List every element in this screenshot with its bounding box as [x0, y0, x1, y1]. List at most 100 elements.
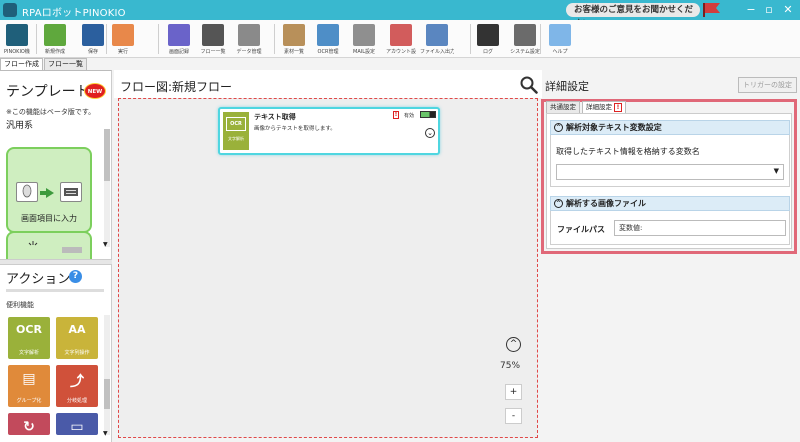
- section-image-file-title: 解析する画像ファイル: [566, 199, 646, 208]
- zoom-out-button[interactable]: -: [505, 408, 522, 424]
- variable-name-label: 取得したテキスト情報を格納する変数名: [556, 147, 700, 156]
- action-tile[interactable]: ↻: [8, 413, 50, 435]
- toolbar-separator: [274, 24, 275, 54]
- collapse-icon[interactable]: ^: [554, 123, 563, 132]
- action-tile-label: 分岐処理: [66, 398, 87, 404]
- toolbar-button[interactable]: 素材一覧: [279, 22, 309, 56]
- templates-scrollbar[interactable]: [104, 129, 110, 247]
- save-icon: [82, 24, 104, 46]
- tab-common-settings[interactable]: 共通設定: [546, 101, 580, 113]
- toolbar-button[interactable]: 新規作成: [40, 22, 70, 56]
- text-operation-icon: AA: [68, 323, 86, 336]
- ocr-node-glyph: OCR: [226, 117, 246, 131]
- flow-header: フロー図:新規フロー: [114, 70, 542, 98]
- actions-scroll-down-icon[interactable]: ▼: [103, 430, 108, 437]
- node-warning-icon: !: [393, 111, 399, 119]
- click-icon: [28, 241, 38, 246]
- account-settings-icon: [390, 24, 412, 46]
- section-image-file-header[interactable]: ^ 解析する画像ファイル: [550, 196, 790, 211]
- ocr-manage-icon: [317, 24, 339, 46]
- action-tile[interactable]: ⤴ 分岐処理: [56, 365, 98, 407]
- left-panel: テンプレート NEW ※この機能はベータ版です。 汎用系 画面項目に入力 ▼ ア…: [0, 70, 112, 442]
- toolbar-button-label: 素材一覧: [283, 49, 304, 55]
- new-badge: NEW: [84, 83, 106, 99]
- section-text-variable-title: 解析対象テキスト変数設定: [566, 123, 662, 132]
- template-card-second[interactable]: [6, 231, 92, 259]
- collapse-up-icon[interactable]: ^: [506, 337, 521, 352]
- toolbar-button[interactable]: 保存: [78, 22, 108, 56]
- keyboard-icon: [60, 182, 82, 202]
- chevron-down-icon: ▼: [773, 167, 779, 175]
- group-icon: ▤: [22, 371, 36, 387]
- file-path-input[interactable]: 変数値:: [614, 220, 786, 236]
- maximize-button[interactable]: ▫: [760, 2, 778, 17]
- toolbar-button[interactable]: OCR管理: [313, 22, 343, 56]
- minimize-button[interactable]: −: [742, 2, 760, 17]
- detail-title: 詳細設定: [545, 80, 589, 93]
- toolbar-button[interactable]: ヘルプ: [548, 22, 572, 56]
- window-icon: [62, 247, 82, 253]
- left-tabs: フロー作成 フロー一覧: [0, 58, 112, 70]
- templates-scroll-thumb[interactable]: [104, 129, 110, 181]
- toolbar-button[interactable]: システム設定: [508, 22, 542, 56]
- tab-detail-settings[interactable]: 詳細設定!: [582, 101, 626, 113]
- actions-scroll-thumb[interactable]: [104, 379, 110, 409]
- node-expand-icon[interactable]: ⌄: [425, 128, 435, 138]
- node-state: 有効: [404, 113, 415, 119]
- toolbar-button[interactable]: 画面記録: [164, 22, 194, 56]
- feedback-button[interactable]: お客様のご意見をお聞かせください: [566, 3, 700, 29]
- zoom-in-button[interactable]: +: [505, 384, 522, 400]
- toolbar-button[interactable]: PINOKIO機能: [4, 22, 30, 56]
- node-toggle-icon[interactable]: [420, 111, 436, 118]
- toolbar-button-label: MAIL設定: [353, 49, 375, 55]
- search-icon[interactable]: [520, 76, 538, 94]
- templates-title: テンプレート: [6, 84, 90, 100]
- toolbar-button[interactable]: データ管理: [234, 22, 264, 56]
- toolbar-button-label: システム設定: [510, 49, 540, 55]
- action-tile[interactable]: OCR 文字解析: [8, 317, 50, 359]
- toolbar-button[interactable]: 実行: [112, 22, 134, 56]
- actions-scrollbar[interactable]: [104, 315, 110, 435]
- title-bar: RPAロボットPINOKIO お客様のご意見をお聞かせください − ▫ ✕: [0, 0, 800, 29]
- node-description: 画像からテキストを取得します。: [254, 126, 336, 132]
- toolbar-button[interactable]: フロー一覧: [200, 22, 226, 56]
- action-tile[interactable]: ▤ グループ化: [8, 365, 50, 407]
- toolbar-button[interactable]: ファイル入出力: [420, 22, 454, 56]
- tab-flow-list[interactable]: フロー一覧: [44, 58, 87, 70]
- toolbar-button[interactable]: MAIL設定: [350, 22, 378, 56]
- flow-title-prefix: フロー図:: [120, 80, 173, 94]
- flow-list-icon: [202, 24, 224, 46]
- scroll-down-icon[interactable]: ▼: [103, 241, 108, 248]
- toolbar-button-label: ヘルプ: [552, 49, 568, 55]
- action-tile[interactable]: ▭: [56, 413, 98, 435]
- app-title: RPAロボットPINOKIO: [22, 8, 126, 19]
- variable-name-select[interactable]: ▼: [556, 164, 784, 180]
- section-text-variable-header[interactable]: ^ 解析対象テキスト変数設定: [550, 120, 790, 135]
- flow-node-get-text[interactable]: OCR 文字解析 テキスト取得 画像からテキストを取得します。 ! 有効 ⌄: [218, 107, 440, 155]
- toolbar-separator: [158, 24, 159, 54]
- collapse-icon[interactable]: ^: [554, 199, 563, 208]
- toolbar-button-label: ファイル入出力: [420, 49, 454, 55]
- tab-flow-create[interactable]: フロー作成: [0, 58, 43, 70]
- window-action-icon: ▭: [70, 419, 84, 435]
- main-toolbar: PINOKIO機能 新規作成 保存 実行 画面記録 フロー一覧 データ管理 素材一覧 OCR管理…: [0, 20, 800, 58]
- toolbar-button-label: フロー一覧: [200, 49, 226, 55]
- section-divider[interactable]: [0, 259, 112, 265]
- warning-icon: !: [614, 103, 622, 112]
- trigger-settings-button[interactable]: トリガーの設定: [738, 77, 797, 93]
- toolbar-button-label: 画面記録: [168, 49, 189, 55]
- template-card-input[interactable]: 画面項目に入力: [6, 147, 92, 233]
- action-tile[interactable]: AA 文字列操作: [56, 317, 98, 359]
- actions-help-icon[interactable]: ?: [69, 270, 82, 283]
- toolbar-separator: [36, 24, 37, 54]
- close-button[interactable]: ✕: [779, 2, 797, 17]
- branch-icon: ⤴: [70, 374, 84, 390]
- data-manage-icon: [238, 24, 260, 46]
- app-logo-icon: [3, 3, 17, 17]
- mail-settings-icon: [353, 24, 375, 46]
- toolbar-button-label: OCR管理: [317, 49, 339, 55]
- toolbar-button[interactable]: ログ: [476, 22, 500, 56]
- toolbar-button[interactable]: アカウント設定: [386, 22, 416, 56]
- system-settings-gear-icon: [514, 24, 536, 46]
- feedback-flag-icon[interactable]: [700, 2, 724, 17]
